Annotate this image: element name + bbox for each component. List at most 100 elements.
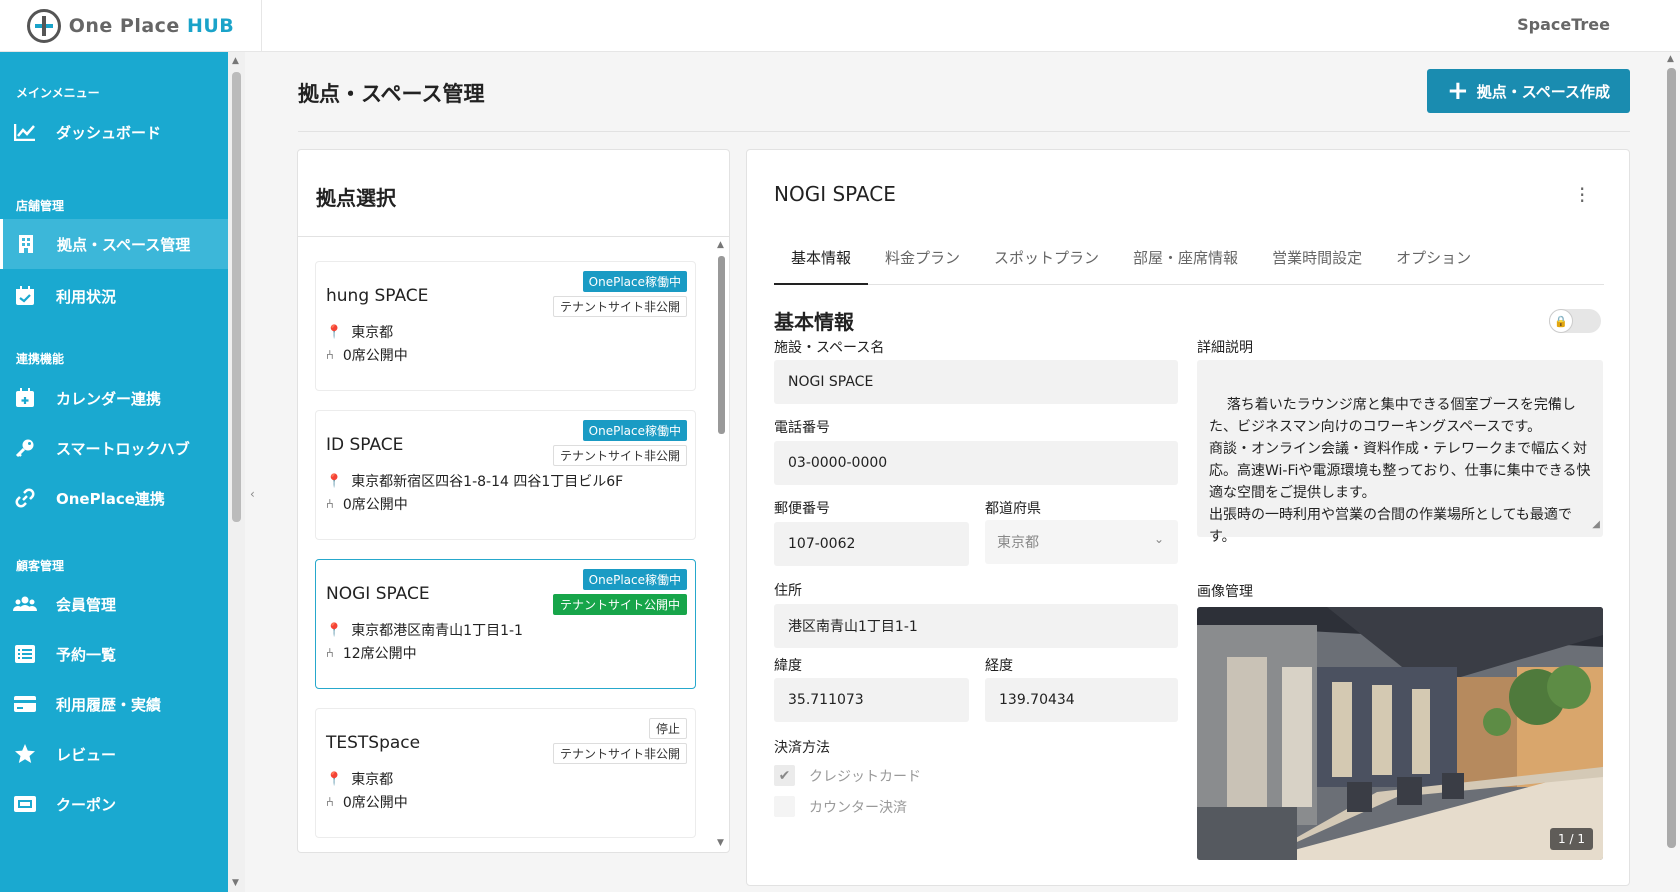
divider [298, 131, 1630, 132]
main-scroll-thumb[interactable] [1667, 68, 1676, 848]
name-label: 施設・スペース名 [774, 340, 885, 356]
create-space-label: 拠点・スペース作成 [1476, 82, 1610, 101]
space-location: 東京都新宿区四谷1-8-14 四谷1丁目ビル6F [351, 474, 624, 490]
seat-icon: ⑃ [326, 645, 334, 661]
list-icon [12, 643, 38, 665]
space-list-scrollbar[interactable]: ▲ ▼ [716, 240, 728, 848]
space-card-selected[interactable]: NOGI SPACE OnePlace稼働中 テナントサイト公開中 📍 東京都港区… [315, 559, 696, 689]
users-icon [12, 593, 38, 615]
scroll-down-icon[interactable]: ▼ [232, 878, 239, 888]
sidebar-item-oneplace[interactable]: OnePlace連携 [0, 473, 228, 523]
seat-icon: ⑃ [326, 347, 334, 363]
description-textarea[interactable]: 落ち着いたラウンジ席と集中できる個室ブースを完備した、ビジネスマン向けのコワーキ… [1197, 360, 1603, 545]
logo[interactable]: One Place HUB [0, 0, 262, 52]
base-select-panel: 拠点選択 hung SPACE OnePlace稼働中 テナントサイト非公開 📍… [297, 149, 730, 853]
sidebar-item-reviews[interactable]: レビュー [0, 729, 228, 779]
space-seats: 0席公開中 [342, 348, 408, 364]
sidebar-item-smartlock[interactable]: スマートロックハブ [0, 423, 228, 473]
address-label: 住所 [774, 583, 802, 599]
sidebar-item-spaces[interactable]: 拠点・スペース管理 [0, 219, 228, 269]
location-pin-icon: 📍 [326, 324, 343, 340]
scroll-up-icon[interactable]: ▲ [717, 240, 724, 250]
panel-title: 拠点選択 [316, 186, 396, 210]
space-card[interactable]: ID SPACE OnePlace稼働中 テナントサイト非公開 📍 東京都新宿区四… [315, 410, 696, 540]
scroll-up-icon[interactable]: ▲ [232, 56, 239, 66]
logo-text: One Place [68, 15, 187, 37]
image-counter: 1 / 1 [1550, 828, 1593, 850]
location-pin-icon: 📍 [326, 622, 343, 638]
ticket-icon [12, 793, 38, 815]
calendar-plus-icon [12, 387, 38, 409]
sidebar-collapse-icon[interactable]: ‹ [250, 487, 255, 501]
phone-field[interactable]: 03-0000-0000 [774, 441, 1178, 485]
tab-business-hours[interactable]: 営業時間設定 [1255, 245, 1379, 285]
credit-card-checkbox[interactable]: ✔ [774, 765, 795, 786]
tenant-badge: テナントサイト非公開 [552, 296, 687, 317]
plus-icon: + [1447, 76, 1469, 106]
phone-label: 電話番号 [774, 420, 830, 436]
tab-rooms-seats[interactable]: 部屋・座席情報 [1116, 245, 1255, 285]
latitude-field[interactable]: 35.711073 [774, 678, 969, 722]
sidebar-scrollbar[interactable]: ▲ ▼ [228, 52, 245, 892]
sidebar-item-label: 利用状況 [56, 287, 117, 306]
payment-credit-option[interactable]: ✔ クレジットカード [774, 765, 921, 786]
seat-icon: ⑃ [326, 496, 334, 512]
sidebar-item-dashboard[interactable]: ダッシュボード [0, 107, 228, 157]
postal-code-field[interactable]: 107-0062 [774, 522, 969, 566]
tenant-badge: テナントサイト非公開 [552, 743, 687, 764]
counter-payment-checkbox[interactable] [774, 796, 795, 817]
logo-mark-icon [26, 9, 61, 43]
section-title: 基本情報 [774, 310, 854, 334]
credit-card-label: クレジットカード [809, 768, 921, 785]
status-badge: OnePlace稼働中 [582, 569, 687, 590]
longitude-field[interactable]: 139.70434 [985, 678, 1178, 722]
organization-name[interactable]: SpaceTree [1517, 15, 1610, 34]
address-field[interactable]: 港区南青山1丁目1-1 [774, 604, 1178, 648]
space-name: TESTSpace [326, 733, 421, 753]
sidebar-item-usage[interactable]: 利用状況 [0, 271, 228, 321]
payment-counter-option[interactable]: カウンター決済 [774, 796, 907, 817]
sidebar-item-members[interactable]: 会員管理 [0, 579, 228, 629]
more-options-icon[interactable]: · · · [1579, 179, 1585, 211]
sidebar-item-calendar[interactable]: カレンダー連携 [0, 373, 228, 423]
space-name-field[interactable]: NOGI SPACE [774, 360, 1178, 404]
prefecture-select[interactable]: 東京都 ⌄ [985, 520, 1178, 564]
status-badge: 停止 [648, 718, 687, 739]
key-icon [12, 437, 38, 459]
space-name: hung SPACE [326, 286, 429, 306]
resize-handle-icon[interactable]: ◢ [1592, 514, 1600, 536]
sidebar-item-history[interactable]: 利用履歴・実績 [0, 679, 228, 729]
tab-pricing[interactable]: 料金プラン [868, 245, 977, 285]
detail-tabs: 基本情報 料金プラン スポットプラン 部屋・座席情報 営業時間設定 オプション [774, 245, 1604, 285]
status-badge: OnePlace稼働中 [582, 271, 687, 292]
star-icon [12, 743, 38, 765]
prefecture-value: 東京都 [997, 535, 1039, 551]
space-card[interactable]: TESTSpace 停止 テナントサイト非公開 📍 東京都 ⑃ 0席公開中 [315, 708, 696, 838]
space-location: 東京都 [351, 772, 394, 788]
lock-icon: 🔒 [1549, 309, 1573, 333]
sidebar-scroll-thumb[interactable] [232, 72, 241, 522]
sidebar-item-label: カレンダー連携 [56, 389, 162, 408]
main-scrollbar[interactable]: ▲ [1662, 52, 1680, 892]
tab-options[interactable]: オプション [1379, 245, 1488, 285]
create-space-button[interactable]: + 拠点・スペース作成 [1427, 69, 1630, 113]
sidebar-item-label: スマートロックハブ [56, 439, 190, 458]
scroll-down-icon[interactable]: ▼ [717, 838, 724, 848]
page-title: 拠点・スペース管理 [298, 82, 485, 106]
tab-basic-info[interactable]: 基本情報 [774, 245, 869, 285]
sidebar: メインメニュー ダッシュボード 店舗管理 拠点・スペース管理 利用状況 連携機能… [0, 52, 245, 892]
sidebar-item-coupons[interactable]: クーポン [0, 779, 228, 829]
description-text: 落ち着いたラウンジ席と集中できる個室ブースを完備した、ビジネスマン向けのコワーキ… [1209, 397, 1591, 545]
building-icon [13, 233, 39, 255]
space-list-scroll-thumb[interactable] [718, 256, 725, 434]
payment-label: 決済方法 [774, 740, 830, 756]
tab-spot-plan[interactable]: スポットプラン [977, 245, 1116, 285]
space-photo[interactable]: 1 / 1 [1197, 607, 1603, 860]
location-pin-icon: 📍 [326, 473, 343, 489]
detail-title: NOGI SPACE [774, 182, 896, 206]
space-card[interactable]: hung SPACE OnePlace稼働中 テナントサイト非公開 📍 東京都 ⑃… [315, 261, 696, 391]
edit-lock-toggle[interactable]: 🔒 [1549, 309, 1601, 333]
sidebar-item-reservations[interactable]: 予約一覧 [0, 629, 228, 679]
image-label: 画像管理 [1197, 584, 1253, 600]
scroll-up-icon[interactable]: ▲ [1667, 54, 1674, 64]
